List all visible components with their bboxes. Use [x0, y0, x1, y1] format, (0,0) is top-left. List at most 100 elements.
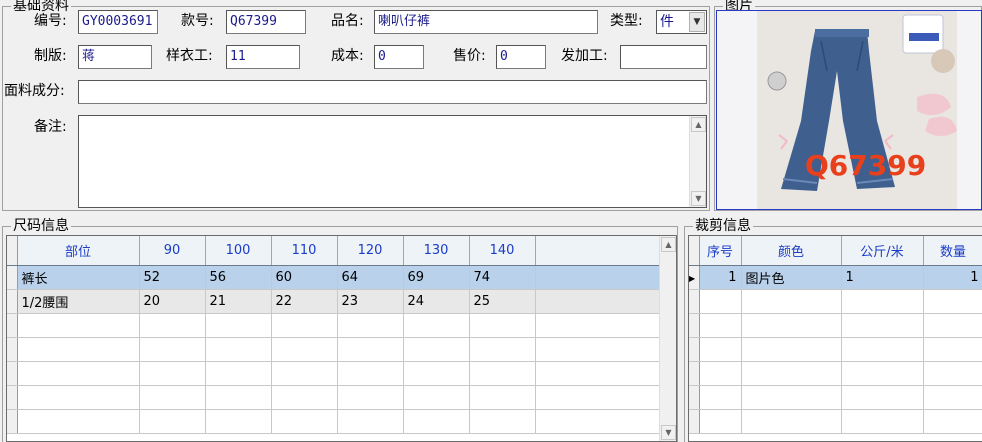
table-cell[interactable]: [841, 409, 924, 434]
table-cell[interactable]: 22: [271, 289, 338, 314]
table-cell[interactable]: 21: [205, 289, 272, 314]
table-cell[interactable]: [923, 313, 982, 338]
size-column-header[interactable]: 90: [139, 236, 206, 266]
size-column-header[interactable]: 110: [271, 236, 338, 266]
cost-field[interactable]: 0: [374, 45, 424, 69]
table-row[interactable]: [689, 289, 982, 314]
row-indicator[interactable]: [689, 385, 700, 410]
table-cell[interactable]: [337, 385, 404, 410]
code-field[interactable]: GY0003691: [78, 10, 158, 34]
table-cell[interactable]: [403, 409, 470, 434]
table-cell[interactable]: [699, 313, 742, 338]
table-cell[interactable]: [139, 337, 206, 362]
table-cell[interactable]: 1/2腰围: [17, 289, 140, 314]
size-grid[interactable]: 部位 90 100 110 120 130 140 裤长 52 56 60 64 69 74 1/2腰围 20…: [6, 235, 677, 442]
row-indicator[interactable]: [7, 337, 18, 362]
table-cell[interactable]: [841, 361, 924, 386]
process-field[interactable]: [620, 45, 707, 69]
table-cell[interactable]: [741, 361, 842, 386]
table-cell[interactable]: [17, 337, 140, 362]
table-cell[interactable]: [699, 409, 742, 434]
table-cell[interactable]: [139, 361, 206, 386]
scroll-down-icon[interactable]: ▼: [691, 191, 706, 206]
row-indicator[interactable]: [689, 337, 700, 362]
table-cell[interactable]: [139, 409, 206, 434]
fabric-field[interactable]: [78, 80, 707, 104]
table-cell[interactable]: [741, 409, 842, 434]
table-row[interactable]: [7, 409, 662, 434]
table-row[interactable]: [689, 385, 982, 410]
table-cell[interactable]: [139, 385, 206, 410]
table-cell[interactable]: [923, 289, 982, 314]
table-cell[interactable]: [205, 313, 272, 338]
table-row[interactable]: [689, 313, 982, 338]
table-row[interactable]: [7, 337, 662, 362]
table-cell[interactable]: [741, 337, 842, 362]
table-cell[interactable]: [741, 385, 842, 410]
table-cell[interactable]: [17, 409, 140, 434]
table-row[interactable]: [7, 361, 662, 386]
price-field[interactable]: 0: [496, 45, 546, 69]
table-cell[interactable]: 1: [923, 265, 982, 290]
table-cell[interactable]: [841, 385, 924, 410]
table-cell[interactable]: [923, 337, 982, 362]
style-field[interactable]: Q67399: [226, 10, 306, 34]
row-indicator[interactable]: [7, 313, 18, 338]
size-column-header[interactable]: 140: [469, 236, 536, 266]
table-cell[interactable]: 1: [841, 265, 924, 290]
table-cell[interactable]: [271, 385, 338, 410]
table-cell[interactable]: 74: [469, 265, 536, 290]
table-cell[interactable]: 64: [337, 265, 404, 290]
table-cell[interactable]: 20: [139, 289, 206, 314]
size-column-header[interactable]: 130: [403, 236, 470, 266]
cut-column-header[interactable]: 颜色: [741, 236, 842, 266]
table-cell[interactable]: [17, 313, 140, 338]
note-scrollbar[interactable]: ▲ ▼: [689, 116, 706, 207]
table-cell[interactable]: [337, 409, 404, 434]
table-cell[interactable]: [205, 385, 272, 410]
table-cell[interactable]: 24: [403, 289, 470, 314]
table-cell[interactable]: [699, 361, 742, 386]
type-select[interactable]: 件 ▼: [656, 10, 707, 34]
table-cell[interactable]: [403, 337, 470, 362]
row-indicator[interactable]: [689, 289, 700, 314]
table-cell[interactable]: [699, 289, 742, 314]
row-indicator[interactable]: [7, 361, 18, 386]
table-row[interactable]: 1/2腰围 20 21 22 23 24 25: [7, 289, 662, 314]
scroll-up-icon[interactable]: ▲: [661, 237, 676, 252]
table-row[interactable]: [7, 313, 662, 338]
scroll-down-icon[interactable]: ▼: [661, 425, 676, 440]
table-cell[interactable]: 60: [271, 265, 338, 290]
row-indicator[interactable]: [689, 313, 700, 338]
size-column-header[interactable]: 120: [337, 236, 404, 266]
note-textarea[interactable]: ▲ ▼: [78, 115, 707, 208]
size-grid-scrollbar[interactable]: ▲ ▼: [659, 236, 676, 441]
table-row[interactable]: [689, 337, 982, 362]
table-cell[interactable]: [469, 337, 536, 362]
table-cell[interactable]: [469, 361, 536, 386]
product-image-frame[interactable]: Q67399: [716, 10, 982, 210]
chevron-down-icon[interactable]: ▼: [689, 12, 705, 32]
maker-field[interactable]: 蒋: [78, 45, 152, 69]
table-cell[interactable]: [271, 361, 338, 386]
scroll-up-icon[interactable]: ▲: [691, 117, 706, 132]
table-cell[interactable]: [337, 337, 404, 362]
table-cell[interactable]: [139, 313, 206, 338]
table-cell[interactable]: [17, 385, 140, 410]
table-cell[interactable]: [841, 337, 924, 362]
table-cell[interactable]: 1: [699, 265, 742, 290]
table-cell[interactable]: [841, 313, 924, 338]
row-indicator[interactable]: [7, 409, 18, 434]
table-cell[interactable]: 56: [205, 265, 272, 290]
table-cell[interactable]: [403, 361, 470, 386]
table-row[interactable]: [689, 361, 982, 386]
row-indicator[interactable]: [7, 289, 18, 314]
table-row[interactable]: 裤长 52 56 60 64 69 74: [7, 265, 662, 290]
table-cell[interactable]: [699, 385, 742, 410]
row-indicator[interactable]: [689, 361, 700, 386]
table-cell[interactable]: [205, 361, 272, 386]
sample-field[interactable]: 11: [226, 45, 300, 69]
cut-column-header[interactable]: 序号: [699, 236, 742, 266]
row-indicator[interactable]: [689, 409, 700, 434]
table-row[interactable]: [7, 385, 662, 410]
